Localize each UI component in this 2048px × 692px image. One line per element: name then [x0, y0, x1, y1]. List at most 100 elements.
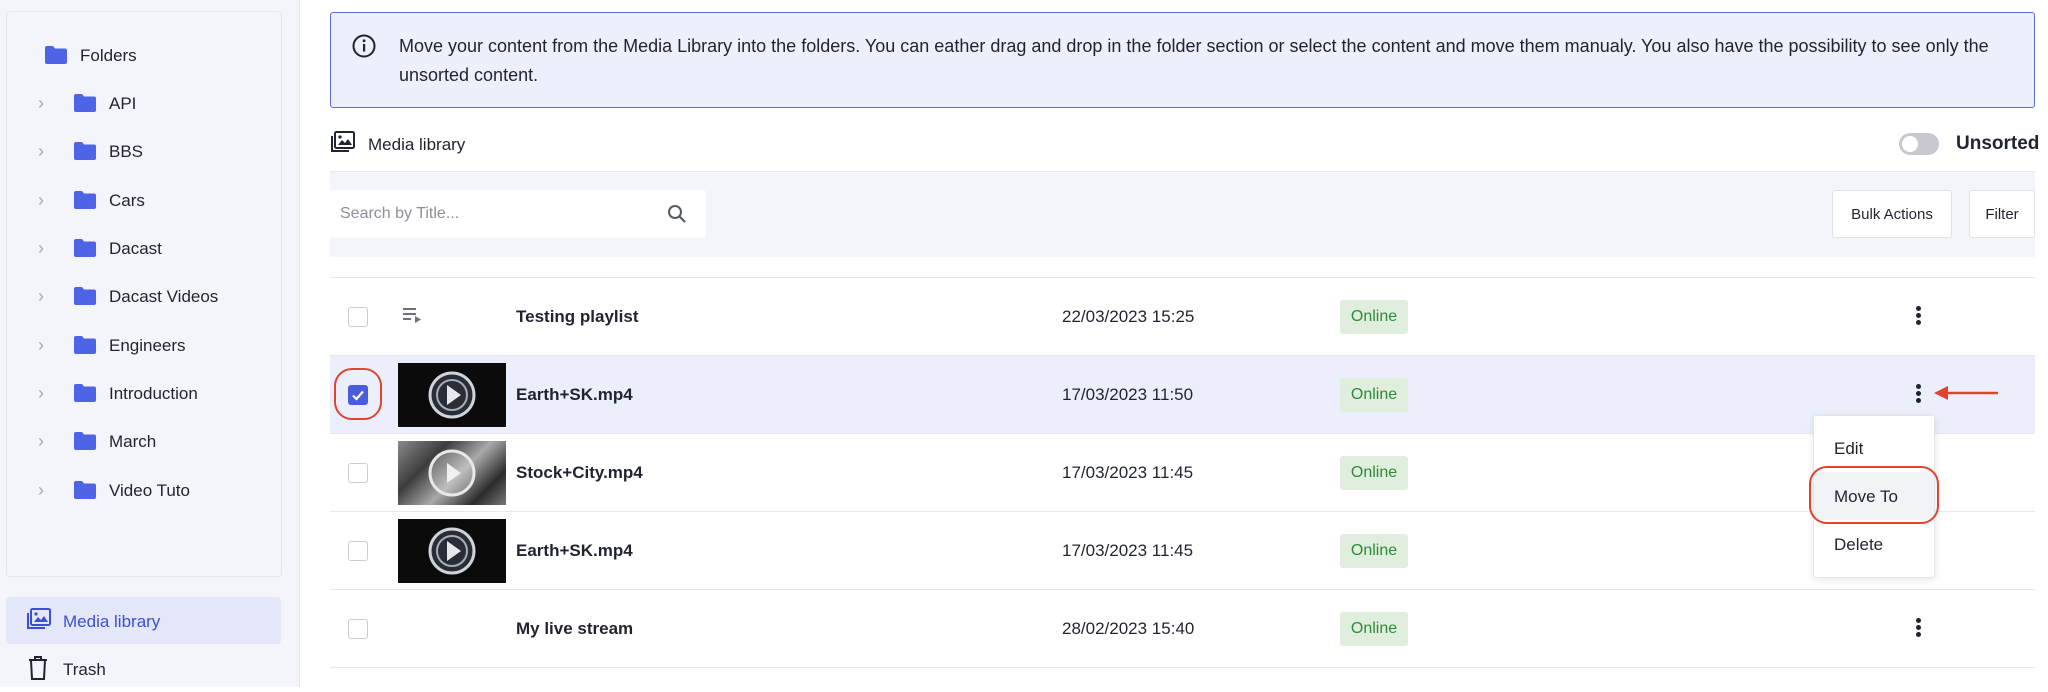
nav-media-library[interactable]: Media library: [6, 597, 281, 644]
folder-label: Dacast: [109, 239, 162, 258]
media-library-header: Media library Unsorted: [330, 124, 2039, 172]
table-row[interactable]: Earth+SK.mp4 17/03/2023 11:45 Online: [330, 512, 2035, 590]
trash-icon: [26, 655, 50, 686]
media-table: Testing playlist 22/03/2023 15:25 Online…: [330, 257, 2035, 687]
chevron-right-icon[interactable]: ›: [34, 286, 48, 307]
video-thumbnail[interactable]: [398, 519, 506, 583]
folder-item-dacast[interactable]: › Dacast: [7, 233, 281, 263]
move-to-highlight-ring: [1809, 466, 1939, 524]
folder-item-dacast-videos[interactable]: › Dacast Videos: [7, 281, 281, 311]
search-icon[interactable]: [667, 204, 687, 229]
folder-item-march[interactable]: › March: [7, 426, 281, 456]
folder-root-label: Folders: [80, 46, 137, 65]
folder-icon: [73, 286, 97, 311]
folder-item-video-tuto[interactable]: › Video Tuto: [7, 475, 281, 505]
chevron-right-icon[interactable]: ›: [34, 480, 48, 501]
play-icon: [428, 449, 476, 497]
table-row-partial: [330, 257, 2035, 278]
arrow-left-icon: [1934, 386, 1998, 400]
row-date: 17/03/2023 11:45: [1062, 463, 1194, 482]
table-row[interactable]: My live stream 28/02/2023 15:40 Online: [330, 590, 2035, 668]
folder-icon: [73, 383, 97, 408]
info-banner: Move your content from the Media Library…: [330, 12, 2035, 108]
folder-label: Dacast Videos: [109, 287, 219, 306]
folder-label: BBS: [109, 142, 144, 161]
menu-item-label: Delete: [1834, 535, 1884, 554]
row-checkbox[interactable]: [348, 541, 368, 561]
unsorted-label: Unsorted: [1956, 133, 2040, 154]
sidebar: Folders › API › BBS › Cars › Dacast › Da…: [0, 0, 300, 687]
chevron-right-icon[interactable]: ›: [34, 335, 48, 356]
search-input[interactable]: [340, 202, 640, 226]
menu-item-edit[interactable]: Edit: [1814, 424, 1934, 472]
info-banner-text: Move your content from the Media Library…: [399, 36, 1989, 85]
table-row[interactable]: Stock+City.mp4 17/03/2023 11:45 Online: [330, 434, 2035, 512]
play-icon: [428, 371, 476, 419]
folder-icon: [73, 238, 97, 263]
folder-icon: [73, 480, 97, 505]
status-badge: Online: [1340, 534, 1408, 568]
row-date: 22/03/2023 15:25: [1062, 307, 1195, 326]
toolbar: Bulk Actions Filter: [330, 172, 2035, 257]
chevron-right-icon[interactable]: ›: [34, 93, 48, 114]
table-row[interactable]: Earth+SK.mp4 17/03/2023 11:50 Online: [330, 356, 2035, 434]
status-badge: Online: [1340, 456, 1408, 490]
nav-trash[interactable]: Trash: [6, 645, 281, 692]
folder-item-api[interactable]: › API: [7, 88, 281, 118]
status-badge: Online: [1340, 378, 1408, 412]
folder-tree: Folders › API › BBS › Cars › Dacast › Da…: [6, 11, 282, 577]
status-badge: Online: [1340, 612, 1408, 646]
folder-label: March: [109, 432, 157, 451]
chevron-right-icon[interactable]: ›: [34, 383, 48, 404]
menu-item-delete[interactable]: Delete: [1814, 520, 1934, 568]
folder-label: Introduction: [109, 384, 198, 403]
media-library-icon: [26, 607, 52, 636]
folder-root[interactable]: Folders: [7, 40, 281, 70]
menu-item-label: Edit: [1834, 439, 1864, 458]
row-date: 17/03/2023 11:45: [1062, 541, 1194, 560]
more-options-icon[interactable]: [1913, 616, 1923, 642]
playlist-icon: [402, 306, 422, 329]
info-icon: [352, 34, 376, 63]
table-row[interactable]: Testing playlist 22/03/2023 15:25 Online: [330, 278, 2035, 356]
folder-item-engineers[interactable]: › Engineers: [7, 330, 281, 360]
row-checkbox[interactable]: [348, 463, 368, 483]
unsorted-toggle[interactable]: [1899, 133, 1939, 155]
row-title[interactable]: Testing playlist: [516, 307, 639, 327]
bulk-actions-button[interactable]: Bulk Actions: [1832, 190, 1952, 238]
nav-trash-label: Trash: [63, 660, 106, 679]
row-checkbox[interactable]: [348, 619, 368, 639]
row-checkbox[interactable]: [348, 307, 368, 327]
search-box: [330, 190, 706, 238]
chevron-right-icon[interactable]: ›: [34, 190, 48, 211]
row-title[interactable]: Earth+SK.mp4: [516, 541, 633, 561]
folder-label: Cars: [109, 191, 145, 210]
folder-icon: [73, 335, 97, 360]
row-date: 28/02/2023 15:40: [1062, 619, 1195, 638]
status-badge: Online: [1340, 300, 1408, 334]
folder-icon: [73, 141, 97, 166]
chevron-right-icon[interactable]: ›: [34, 431, 48, 452]
folder-item-introduction[interactable]: › Introduction: [7, 378, 281, 408]
row-title[interactable]: My live stream: [516, 619, 633, 639]
media-library-icon: [330, 130, 356, 159]
play-icon: [428, 527, 476, 575]
chevron-right-icon[interactable]: ›: [34, 141, 48, 162]
more-options-icon[interactable]: [1913, 304, 1923, 330]
folder-label: Video Tuto: [109, 481, 190, 500]
folder-label: API: [109, 94, 137, 113]
folder-icon: [73, 190, 97, 215]
folder-label: Engineers: [109, 336, 186, 355]
filter-button[interactable]: Filter: [1969, 190, 2035, 238]
folder-item-cars[interactable]: › Cars: [7, 185, 281, 215]
row-date: 17/03/2023 11:50: [1062, 385, 1194, 404]
row-title[interactable]: Earth+SK.mp4: [516, 385, 633, 405]
video-thumbnail[interactable]: [398, 441, 506, 505]
chevron-right-icon[interactable]: ›: [34, 238, 48, 259]
folder-icon: [73, 93, 97, 118]
row-title[interactable]: Stock+City.mp4: [516, 463, 643, 483]
folder-item-bbs[interactable]: › BBS: [7, 136, 281, 166]
nav-media-library-label: Media library: [63, 612, 161, 631]
more-options-icon[interactable]: [1913, 382, 1923, 408]
video-thumbnail[interactable]: [398, 363, 506, 427]
